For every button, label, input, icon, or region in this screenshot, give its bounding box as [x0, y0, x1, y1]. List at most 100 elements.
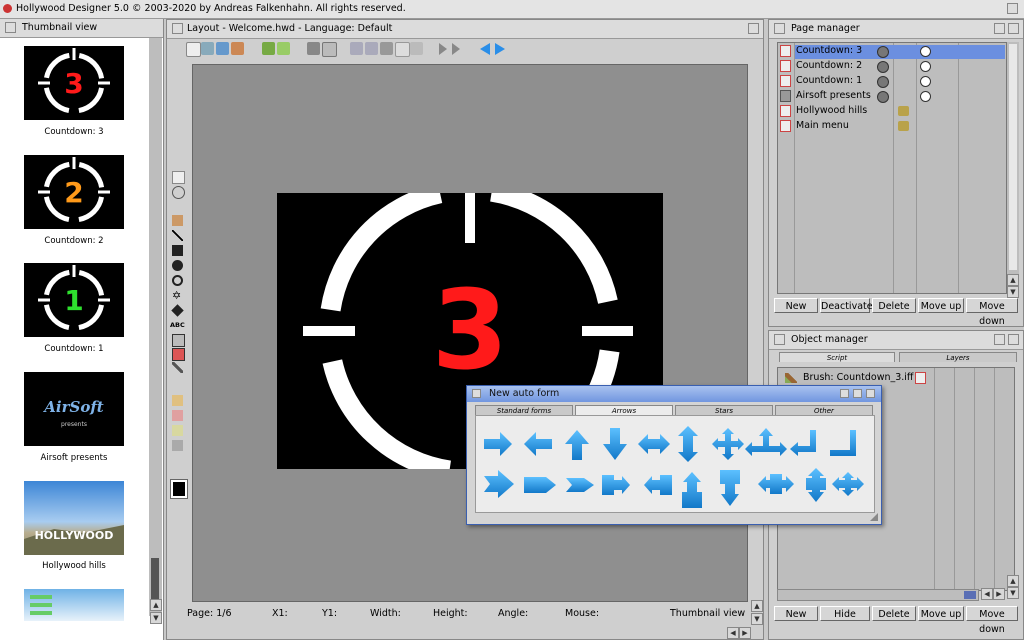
visibility-icon[interactable] — [915, 372, 926, 384]
close-icon[interactable] — [172, 23, 183, 34]
pentagon-arrow-icon[interactable] — [524, 477, 556, 493]
scroll-left-button[interactable]: ◀ — [727, 627, 739, 639]
tab-other[interactable]: Other — [775, 405, 873, 415]
move-page-up-button[interactable]: Move up — [918, 298, 964, 313]
left-right-arrow-icon[interactable] — [638, 434, 670, 454]
arc-tool-icon[interactable] — [172, 275, 183, 286]
tab-standard-forms[interactable]: Standard forms — [475, 405, 573, 415]
new-object-button[interactable]: New — [774, 606, 818, 621]
hide-object-button[interactable]: Hide — [820, 606, 870, 621]
paste-icon[interactable] — [410, 42, 423, 55]
undo-icon[interactable] — [350, 42, 363, 55]
tab-layers[interactable]: Layers — [899, 352, 1017, 362]
thumbnail-countdown-1[interactable]: 1 — [24, 263, 124, 337]
new-page-button[interactable]: New — [774, 298, 818, 313]
active-radio[interactable] — [920, 76, 931, 87]
cut-icon[interactable] — [380, 42, 393, 55]
resize-grip-icon[interactable] — [870, 513, 878, 521]
callout-four-way-arrow-icon[interactable] — [832, 472, 864, 496]
rectangle-tool-icon[interactable] — [172, 245, 183, 256]
play-all-icon[interactable] — [452, 43, 460, 55]
scroll-up-button[interactable]: ▲ — [751, 600, 763, 612]
depth-icon[interactable] — [748, 23, 759, 34]
corner-arrow-icon[interactable] — [790, 430, 816, 456]
delete-object-button[interactable]: Delete — [872, 606, 916, 621]
zoom-icon[interactable] — [1008, 23, 1019, 34]
down-arrow-icon[interactable] — [603, 428, 627, 460]
gradient-tool-icon[interactable] — [172, 410, 183, 421]
callout-up-down-arrow-icon[interactable] — [806, 468, 826, 502]
up-down-arrow-icon[interactable] — [678, 426, 698, 462]
notched-arrow-icon[interactable] — [566, 478, 594, 492]
export-icon[interactable] — [231, 42, 244, 55]
three-way-arrow-icon[interactable] — [745, 428, 787, 456]
thumbnail-airsoft-presents[interactable]: AirSoft presents — [24, 372, 124, 446]
delete-page-button[interactable]: Delete — [872, 298, 916, 313]
transition-icon[interactable] — [877, 91, 889, 103]
deactivate-page-button[interactable]: Deactivate — [820, 298, 873, 313]
object-hscroll-track[interactable] — [777, 589, 979, 601]
iconify-icon[interactable] — [840, 389, 849, 398]
preview-icon[interactable] — [277, 42, 290, 55]
brush-tool-icon[interactable] — [172, 215, 183, 226]
zoom-icon[interactable] — [1008, 334, 1019, 345]
callout-down-arrow-icon[interactable] — [720, 470, 740, 506]
thumbnail-countdown-3[interactable]: 3 — [24, 46, 124, 120]
copy-icon[interactable] — [395, 42, 410, 57]
line-tool-icon[interactable] — [172, 230, 183, 241]
layer-tool-icon[interactable] — [172, 334, 185, 347]
play-icon[interactable] — [439, 43, 447, 55]
transition-icon[interactable] — [877, 76, 889, 88]
new-page-icon[interactable] — [186, 42, 201, 57]
text-tool-icon[interactable]: ABC — [170, 320, 186, 331]
next-page-icon[interactable] — [495, 43, 505, 55]
color-swatch[interactable] — [170, 479, 188, 499]
up-arrow-icon[interactable] — [565, 430, 589, 460]
close-icon[interactable] — [774, 334, 785, 345]
open-icon[interactable] — [201, 42, 214, 55]
depth-icon[interactable] — [866, 389, 875, 398]
scroll-down-button[interactable]: ▼ — [1007, 286, 1019, 298]
depth-icon[interactable] — [994, 23, 1005, 34]
close-icon[interactable] — [774, 23, 785, 34]
status-view[interactable]: Thumbnail view — [670, 608, 745, 619]
left-arrow-icon[interactable] — [524, 432, 552, 456]
page-list-scrollbar[interactable] — [1007, 42, 1019, 282]
thumbnail-countdown-2[interactable]: 2 — [24, 155, 124, 229]
scroll-up-button[interactable]: ▲ — [1007, 274, 1019, 286]
star-tool-icon[interactable]: ✡ — [172, 290, 183, 301]
settings-icon[interactable] — [307, 42, 320, 55]
callout-right-arrow-icon[interactable] — [602, 475, 630, 495]
transition-icon[interactable] — [877, 61, 889, 73]
chevron-arrow-icon[interactable] — [484, 470, 514, 498]
depth-icon[interactable] — [994, 334, 1005, 345]
polygon-tool-icon[interactable] — [171, 304, 184, 317]
grid-icon[interactable] — [322, 42, 337, 57]
move-page-down-button[interactable]: Move down — [966, 298, 1018, 327]
active-radio[interactable] — [920, 46, 931, 57]
callout-left-right-arrow-icon[interactable] — [758, 474, 794, 494]
right-arrow-icon[interactable] — [484, 432, 512, 456]
close-icon[interactable] — [5, 22, 16, 33]
select-tool-icon[interactable] — [172, 171, 185, 184]
effect-tool-icon[interactable] — [172, 425, 183, 436]
corner-up-arrow-icon[interactable] — [830, 430, 856, 456]
move-object-up-button[interactable]: Move up — [918, 606, 964, 621]
script-icon[interactable] — [898, 121, 909, 131]
scroll-down-button[interactable]: ▼ — [150, 612, 162, 624]
move-object-down-button[interactable]: Move down — [966, 606, 1018, 635]
fill-tool-icon[interactable] — [172, 395, 183, 406]
thumbnail-main-menu[interactable] — [24, 589, 124, 621]
thumbnail-scrollbar[interactable] — [149, 38, 162, 616]
save-icon[interactable] — [216, 42, 229, 55]
scroll-down-button[interactable]: ▼ — [751, 613, 763, 625]
pen-tool-icon[interactable] — [172, 362, 183, 373]
zoom-icon[interactable] — [853, 389, 862, 398]
scroll-left-button[interactable]: ◀ — [981, 588, 993, 600]
app-depth-button[interactable] — [1007, 3, 1018, 14]
active-radio[interactable] — [920, 91, 931, 102]
tab-arrows[interactable]: Arrows — [575, 405, 673, 415]
script-icon[interactable] — [898, 106, 909, 116]
active-radio[interactable] — [920, 61, 931, 72]
close-icon[interactable] — [472, 389, 481, 398]
